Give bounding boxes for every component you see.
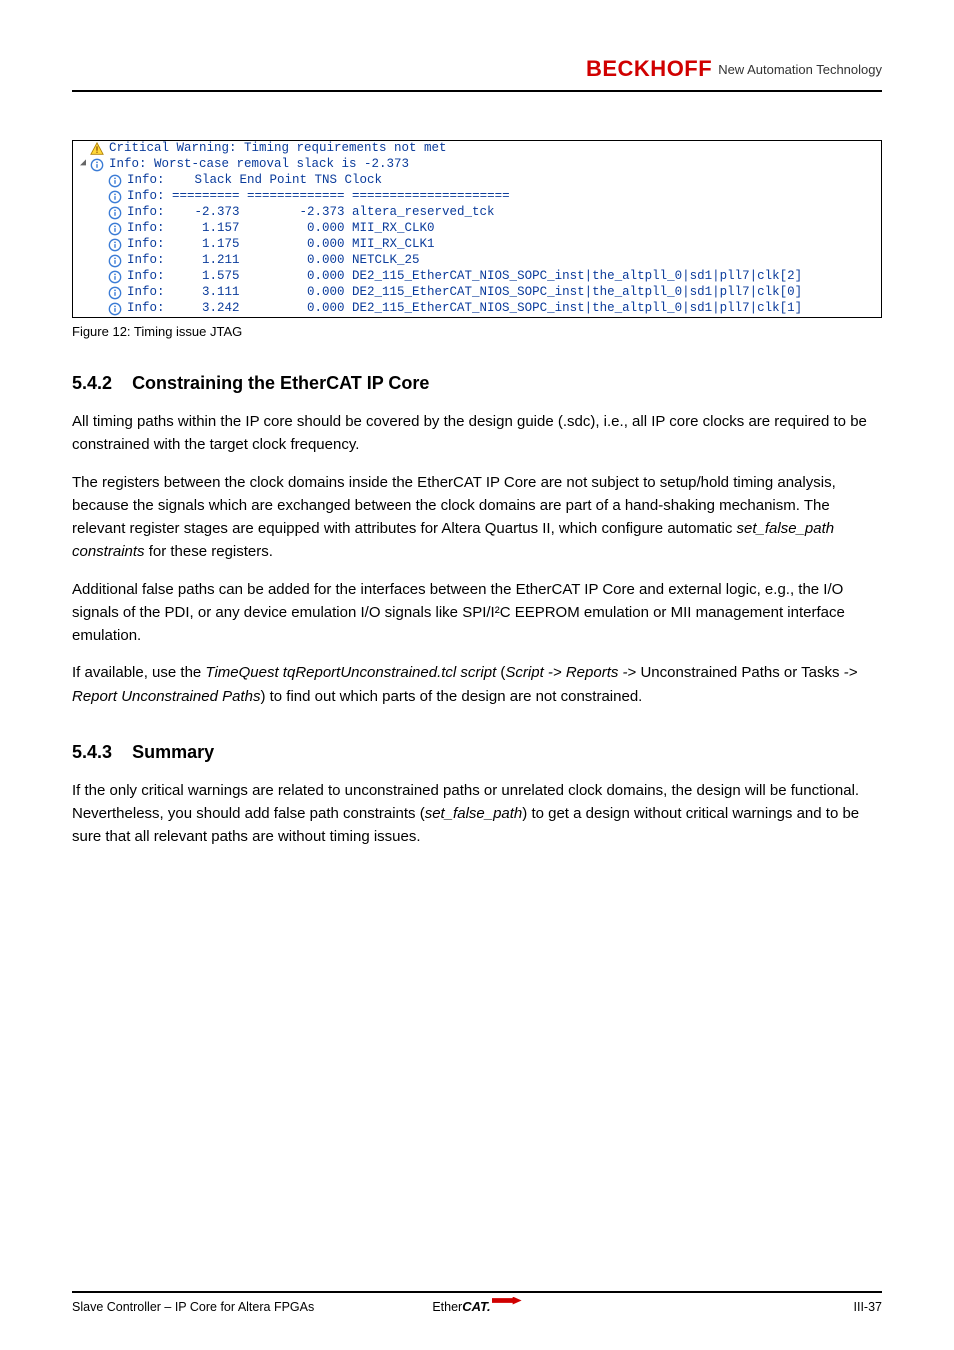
log-summary-row: ◢ Info: Worst-case removal slack is -2.3… — [73, 157, 881, 173]
section-number: 5.4.2 — [72, 373, 112, 393]
log-line-text: Info: 1.175 0.000 MII_RX_CLK1 — [127, 237, 435, 251]
italic-term: TimeQuest tqReportUnconstrained.tcl scri… — [205, 664, 496, 681]
log-data-rows: Info: -2.373 -2.373 altera_reserved_tck I… — [73, 205, 881, 317]
info-icon — [107, 205, 123, 221]
italic-term: set_false_path — [425, 805, 523, 822]
footer-right: III-37 — [612, 1300, 882, 1314]
log-line-text: Info: 1.575 0.000 DE2_115_EtherCAT_NIOS_… — [127, 269, 802, 283]
section-number: 5.4.3 — [72, 742, 112, 762]
section-heading: 5.4.2 Constraining the EtherCAT IP Core — [72, 373, 882, 394]
log-data-row: Info: 1.175 0.000 MII_RX_CLK1 — [73, 237, 881, 253]
info-icon — [89, 157, 105, 173]
info-icon — [107, 253, 123, 269]
info-icon — [107, 237, 123, 253]
log-panel: Critical Warning: Timing requirements no… — [72, 140, 882, 318]
info-icon — [107, 173, 123, 189]
log-summary-text: Info: Worst-case removal slack is -2.373 — [109, 157, 409, 171]
text: If available, use the — [72, 664, 205, 681]
brand-tagline: New Automation Technology — [718, 62, 882, 77]
text: > Unconstrained Paths or Tasks — [628, 664, 844, 681]
section-title: Constraining the EtherCAT IP Core — [132, 373, 429, 393]
figure-block: Critical Warning: Timing requirements no… — [72, 140, 882, 339]
log-warning-text: Critical Warning: Timing requirements no… — [109, 141, 447, 155]
log-data-row: Info: 1.575 0.000 DE2_115_EtherCAT_NIOS_… — [73, 269, 881, 285]
log-header-text: Slack End Point TNS Clock — [195, 173, 383, 187]
ethercat-text-a: Ether — [432, 1300, 462, 1314]
log-data-row: Info: 1.157 0.000 MII_RX_CLK0 — [73, 221, 881, 237]
section-title: Summary — [132, 742, 214, 762]
log-label: Info: — [127, 189, 172, 203]
arrow-icon — [492, 1297, 522, 1305]
section-heading: 5.4.3 Summary — [72, 742, 882, 763]
paragraph: All timing paths within the IP core shou… — [72, 410, 882, 457]
log-label: Info: — [127, 173, 195, 187]
page-header: BECKHOFF New Automation Technology — [72, 56, 882, 92]
paragraph: The registers between the clock domains … — [72, 471, 882, 564]
info-icon — [107, 301, 123, 317]
ethercat-logo: EtherCAT. — [432, 1299, 521, 1314]
log-warning-row: Critical Warning: Timing requirements no… — [73, 141, 881, 157]
warning-icon — [89, 141, 105, 157]
page-content: Critical Warning: Timing requirements no… — [72, 140, 882, 849]
paragraph: Additional false paths can be added for … — [72, 578, 882, 648]
log-line-text: Info: 1.211 0.000 NETCLK_25 — [127, 253, 420, 267]
log-separator-text: ========= ============= ================… — [172, 189, 510, 203]
figure-caption: Figure 12: Timing issue JTAG — [72, 324, 882, 339]
log-line-text: Info: 3.111 0.000 DE2_115_EtherCAT_NIOS_… — [127, 285, 802, 299]
info-icon — [107, 189, 123, 205]
expand-caret-icon[interactable]: ◢ — [77, 157, 89, 169]
log-line-text: Info: 1.157 0.000 MII_RX_CLK0 — [127, 221, 435, 235]
log-separator-row: Info: ========= ============= ==========… — [73, 189, 881, 205]
ethercat-text-b: CAT. — [462, 1299, 490, 1314]
paragraph: If available, use the TimeQuest tqReport… — [72, 661, 882, 708]
log-data-row: Info: 3.111 0.000 DE2_115_EtherCAT_NIOS_… — [73, 285, 881, 301]
page-footer: Slave Controller – IP Core for Altera FP… — [72, 1291, 882, 1314]
log-line-text: Info: -2.373 -2.373 altera_reserved_tck — [127, 205, 495, 219]
text: The registers between the clock domains … — [72, 474, 836, 538]
italic-term: Script -> Reports - — [505, 664, 627, 681]
paragraph: If the only critical warnings are relate… — [72, 779, 882, 849]
text: ) to find out which parts of the design … — [260, 688, 642, 705]
footer-center: EtherCAT. — [342, 1299, 612, 1314]
info-icon — [107, 285, 123, 301]
log-data-row: Info: 3.242 0.000 DE2_115_EtherCAT_NIOS_… — [73, 301, 881, 317]
log-header-row: Info: Slack End Point TNS Clock — [73, 173, 881, 189]
footer-left: Slave Controller – IP Core for Altera FP… — [72, 1300, 342, 1314]
brand-logo: BECKHOFF — [586, 56, 712, 82]
log-data-row: Info: -2.373 -2.373 altera_reserved_tck — [73, 205, 881, 221]
text: for these registers. — [145, 543, 273, 560]
info-icon — [107, 221, 123, 237]
log-line-text: Info: 3.242 0.000 DE2_115_EtherCAT_NIOS_… — [127, 301, 802, 315]
info-icon — [107, 269, 123, 285]
log-data-row: Info: 1.211 0.000 NETCLK_25 — [73, 253, 881, 269]
